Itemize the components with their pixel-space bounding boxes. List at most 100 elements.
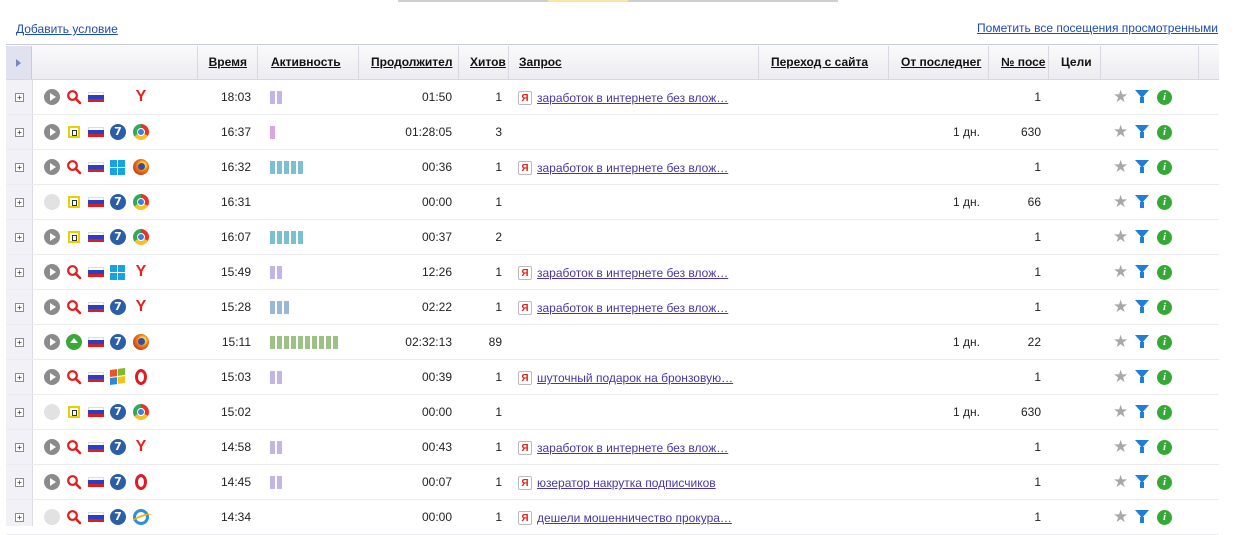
table-row[interactable]: +7 Y 15:28 02:22 1 Язаработок в интернете без… xyxy=(6,290,1219,325)
query-link[interactable]: шуточный подарок на бронзовую… xyxy=(537,371,733,385)
play-session-icon[interactable] xyxy=(44,509,60,525)
expand-row-icon[interactable]: + xyxy=(15,93,24,102)
visit-time: 14:34 xyxy=(220,510,251,524)
info-icon[interactable]: i xyxy=(1157,230,1172,245)
star-icon[interactable]: ★ xyxy=(1113,263,1129,280)
table-row[interactable]: +7 16:31 00:00 1 1 дн. 66 ★ i xyxy=(6,185,1219,220)
query-link[interactable]: юзератор накрутка подписчиков xyxy=(537,476,716,490)
info-icon[interactable]: i xyxy=(1157,335,1172,350)
expand-row-icon[interactable]: + xyxy=(15,163,24,172)
expand-row-icon[interactable]: + xyxy=(15,373,24,382)
info-icon[interactable]: i xyxy=(1157,510,1172,525)
play-session-icon[interactable] xyxy=(44,89,60,105)
info-icon[interactable]: i xyxy=(1157,475,1172,490)
star-icon[interactable]: ★ xyxy=(1113,158,1129,175)
star-icon[interactable]: ★ xyxy=(1113,403,1129,420)
info-icon[interactable]: i xyxy=(1157,90,1172,105)
info-icon[interactable]: i xyxy=(1157,440,1172,455)
filter-icon[interactable] xyxy=(1135,370,1149,383)
play-session-icon[interactable] xyxy=(44,229,60,245)
star-icon[interactable]: ★ xyxy=(1113,228,1129,245)
star-icon[interactable]: ★ xyxy=(1113,473,1129,490)
play-session-icon[interactable] xyxy=(44,124,60,140)
info-icon[interactable]: i xyxy=(1157,125,1172,140)
filter-icon[interactable] xyxy=(1135,125,1149,138)
expand-row-icon[interactable]: + xyxy=(15,268,24,277)
query-link[interactable]: заработок в интернете без влож… xyxy=(537,161,728,175)
filter-icon[interactable] xyxy=(1135,265,1149,278)
play-session-icon[interactable] xyxy=(44,299,60,315)
expand-row-icon[interactable]: + xyxy=(15,233,24,242)
col-visit-number[interactable]: № посе xyxy=(989,46,1049,79)
info-icon[interactable]: i xyxy=(1157,265,1172,280)
filter-icon[interactable] xyxy=(1135,230,1149,243)
play-session-icon[interactable] xyxy=(44,439,60,455)
play-session-icon[interactable] xyxy=(44,334,60,350)
star-icon[interactable]: ★ xyxy=(1113,88,1129,105)
table-row[interactable]: + Y 18:03 01:50 1 Язаработок в интернете без … xyxy=(6,80,1219,115)
play-session-icon[interactable] xyxy=(44,159,60,175)
table-row[interactable]: +16:32 00:36 1 Язаработок в интернете без в… xyxy=(6,150,1219,185)
table-row[interactable]: +7 Y 14:58 00:43 1 Язаработок в интернете без… xyxy=(6,430,1219,465)
filter-icon[interactable] xyxy=(1135,475,1149,488)
filter-icon[interactable] xyxy=(1135,335,1149,348)
table-row[interactable]: +7 16:37 01:28:05 3 1 дн. 630 ★ i xyxy=(6,115,1219,150)
play-session-icon[interactable] xyxy=(44,474,60,490)
mark-all-viewed-link[interactable]: Пометить все посещения просмотренными xyxy=(977,21,1218,35)
query-link[interactable]: заработок в интернете без влож… xyxy=(537,91,728,105)
filter-icon[interactable] xyxy=(1135,195,1149,208)
star-icon[interactable]: ★ xyxy=(1113,193,1129,210)
russia-flag-icon xyxy=(88,372,104,382)
expand-row-icon[interactable]: + xyxy=(15,198,24,207)
play-session-icon[interactable] xyxy=(44,264,60,280)
activity-bar xyxy=(277,371,282,385)
table-row[interactable]: +7 14:45 00:07 1 Яюзератор накрутка подписчи… xyxy=(6,465,1219,500)
col-query[interactable]: Запрос xyxy=(509,46,759,79)
col-hits[interactable]: Хитов xyxy=(459,46,509,79)
play-session-icon[interactable] xyxy=(44,404,60,420)
star-icon[interactable]: ★ xyxy=(1113,333,1129,350)
info-icon[interactable]: i xyxy=(1157,300,1172,315)
col-referrer[interactable]: Переход с сайта xyxy=(759,46,889,79)
filter-icon[interactable] xyxy=(1135,90,1149,103)
info-icon[interactable]: i xyxy=(1157,160,1172,175)
filter-icon[interactable] xyxy=(1135,160,1149,173)
query-link[interactable]: дешели мошенничество прокура… xyxy=(537,511,732,525)
filter-icon[interactable] xyxy=(1135,405,1149,418)
query-link[interactable]: заработок в интернете без влож… xyxy=(537,266,728,280)
expand-row-icon[interactable]: + xyxy=(15,408,24,417)
col-activity[interactable]: Активность xyxy=(258,46,359,79)
add-condition-link[interactable]: Добавить условие xyxy=(16,22,118,36)
info-icon[interactable]: i xyxy=(1157,370,1172,385)
expand-all-toggle-icon[interactable] xyxy=(6,46,32,79)
info-icon[interactable]: i xyxy=(1157,195,1172,210)
col-time[interactable]: Время xyxy=(198,46,258,79)
col-duration[interactable]: Продолжител xyxy=(359,46,459,79)
table-row[interactable]: +7 16:07 00:37 2 1 ★ i xyxy=(6,220,1219,255)
filter-icon[interactable] xyxy=(1135,510,1149,523)
expand-row-icon[interactable]: + xyxy=(15,443,24,452)
query-link[interactable]: заработок в интернете без влож… xyxy=(537,301,728,315)
expand-row-icon[interactable]: + xyxy=(15,303,24,312)
table-row[interactable]: + Y 15:49 12:26 1 Язаработок в интернете без … xyxy=(6,255,1219,290)
expand-row-icon[interactable]: + xyxy=(15,338,24,347)
expand-row-icon[interactable]: + xyxy=(15,478,24,487)
expand-row-icon[interactable]: + xyxy=(15,513,24,522)
info-icon[interactable]: i xyxy=(1157,405,1172,420)
expand-row-icon[interactable]: + xyxy=(15,128,24,137)
filter-icon[interactable] xyxy=(1135,440,1149,453)
star-icon[interactable]: ★ xyxy=(1113,368,1129,385)
star-icon[interactable]: ★ xyxy=(1113,438,1129,455)
table-row[interactable]: +7 15:11 02:32:13 89 1 дн. 22 ★ i xyxy=(6,325,1219,360)
table-row[interactable]: +15:03 00:39 1 Яшуточный подарок на бронзов… xyxy=(6,360,1219,395)
table-row[interactable]: +7 15:02 00:00 1 1 дн. 630 ★ i xyxy=(6,395,1219,430)
play-session-icon[interactable] xyxy=(44,369,60,385)
filter-icon[interactable] xyxy=(1135,300,1149,313)
star-icon[interactable]: ★ xyxy=(1113,123,1129,140)
play-session-icon[interactable] xyxy=(44,194,60,210)
col-since-last[interactable]: От последнег xyxy=(889,46,989,79)
star-icon[interactable]: ★ xyxy=(1113,298,1129,315)
star-icon[interactable]: ★ xyxy=(1113,508,1129,525)
query-link[interactable]: заработок в интернете без влож… xyxy=(537,441,728,455)
table-row[interactable]: +7 14:34 00:00 1 Ядешели мошенничество проку… xyxy=(6,500,1219,535)
